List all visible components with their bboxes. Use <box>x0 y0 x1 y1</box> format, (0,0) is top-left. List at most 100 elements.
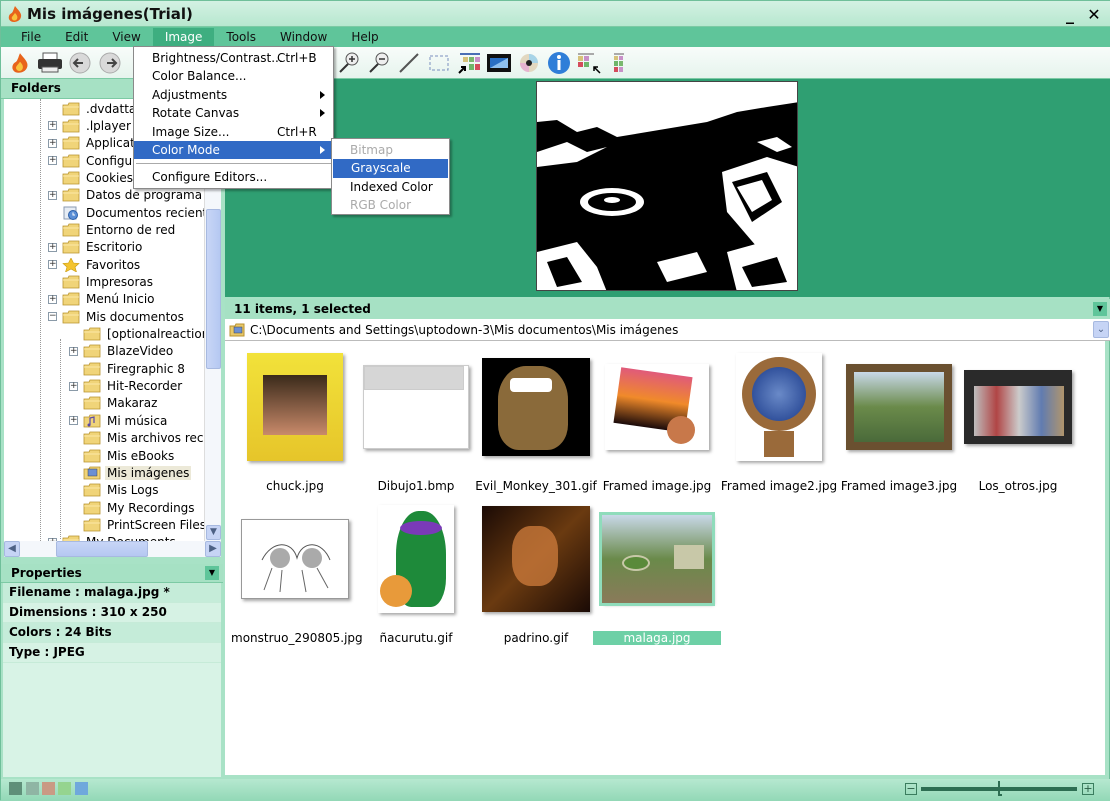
folder-tree-item[interactable]: [optionalreaction] <box>69 326 204 343</box>
folder-tree-item[interactable]: Entorno de red <box>48 221 177 238</box>
folder-tree-item[interactable]: Mis Logs <box>69 482 160 499</box>
menu-item-brightness-contrast[interactable]: Brightness/Contrast... Ctrl+B <box>134 49 333 67</box>
folder-tree-item[interactable]: Mis eBooks <box>69 447 176 464</box>
menu-item-color-mode[interactable]: Color Mode <box>134 140 333 160</box>
folder-tree-item[interactable]: Makaraz <box>69 395 159 412</box>
menu-window[interactable]: Window <box>268 28 339 46</box>
path-dropdown-icon[interactable]: ⌄ <box>1093 321 1109 338</box>
scrollbar-thumb[interactable] <box>56 541 148 557</box>
scroll-left-icon[interactable]: ◀ <box>4 541 20 557</box>
thumbnail-image[interactable] <box>597 349 717 464</box>
path-bar[interactable]: C:\Documents and Settings\uptodown-3\Mis… <box>225 319 1110 341</box>
folder-tree-item[interactable]: Mis imágenes <box>69 464 192 481</box>
thumbnail-image[interactable] <box>356 349 476 464</box>
color-swatch[interactable] <box>9 782 22 795</box>
folder-tree-item[interactable]: My Recordings <box>69 499 197 516</box>
info-button[interactable] <box>544 49 574 77</box>
zoom-out-button[interactable] <box>364 49 394 77</box>
folder-tree-item[interactable]: +My Documents <box>48 534 178 541</box>
back-button[interactable] <box>65 49 95 77</box>
folder-tree-item[interactable]: + Configur <box>48 152 139 169</box>
palette-button[interactable] <box>604 49 634 77</box>
thumbnail-image[interactable] <box>235 349 355 464</box>
thumbnail-image[interactable] <box>958 349 1078 464</box>
thumbnails-button[interactable] <box>454 49 484 77</box>
zoom-out-small-button[interactable]: − <box>905 783 917 795</box>
menu-item-configure-editors[interactable]: Configure Editors... <box>134 168 333 186</box>
folder-tree-item[interactable]: + Menú Inicio <box>48 291 157 308</box>
thumbnail-item[interactable]: padrino.gif <box>476 501 596 645</box>
menu-view[interactable]: View <box>100 28 152 46</box>
submenu-item-indexed-color[interactable]: Indexed Color <box>332 178 449 196</box>
folder-tree-item[interactable]: Mis archivos recibi <box>69 430 204 447</box>
menu-image[interactable]: Image <box>152 28 215 46</box>
folder-tree-item[interactable]: Impresoras <box>48 274 155 291</box>
folder-tree-item[interactable]: + Mi música <box>69 412 169 429</box>
minimize-button[interactable]: _ <box>1063 5 1077 24</box>
folder-tree-item[interactable]: Firegraphic 8 <box>69 360 187 377</box>
folder-tree-item[interactable]: .dvdatta <box>48 100 138 117</box>
thumbnail-item[interactable]: Los_otros.jpg <box>958 349 1078 493</box>
thumbnail-item[interactable]: Dibujo1.bmp <box>356 349 476 493</box>
print-button[interactable] <box>35 49 65 77</box>
folder-tree-item[interactable]: PrintScreen Files <box>69 516 204 533</box>
preview-image[interactable] <box>536 81 798 291</box>
thumbnail-item[interactable]: Framed image2.jpg <box>719 349 839 493</box>
thumbnail-image[interactable] <box>476 501 596 616</box>
forward-button[interactable] <box>95 49 125 77</box>
folder-tree-item[interactable]: + Applicati <box>48 135 140 152</box>
thumbnail-item[interactable]: Framed image.jpg <box>597 349 717 493</box>
palette-select-button[interactable] <box>574 49 604 77</box>
thumbnail-image[interactable] <box>719 349 839 464</box>
thumbnail-image[interactable] <box>356 501 476 616</box>
zoom-in-button[interactable] <box>334 49 364 77</box>
close-button[interactable]: ✕ <box>1087 5 1101 24</box>
thumbnail-item[interactable]: ñacurutu.gif <box>356 501 476 645</box>
thumbnail-item[interactable]: chuck.jpg <box>235 349 355 493</box>
folder-tree-item[interactable]: + .lplayer <box>48 117 133 134</box>
expand-icon[interactable]: + <box>48 242 57 252</box>
thumbnail-image[interactable] <box>597 501 717 616</box>
rect-select-button[interactable] <box>424 49 454 77</box>
expand-icon[interactable]: + <box>48 138 57 148</box>
zoom-slider-handle[interactable] <box>998 781 1002 796</box>
submenu-item-grayscale[interactable]: Grayscale <box>333 159 448 178</box>
menu-edit[interactable]: Edit <box>53 28 100 46</box>
expand-icon[interactable]: + <box>69 346 78 356</box>
expand-icon[interactable]: + <box>69 381 78 391</box>
scroll-right-icon[interactable]: ▶ <box>205 541 221 557</box>
folder-tree-item[interactable]: − Mis documentos <box>48 308 186 325</box>
menu-file[interactable]: File <box>9 28 53 46</box>
filmstrip-button[interactable] <box>484 49 514 77</box>
collapse-icon[interactable]: − <box>48 312 57 322</box>
menu-tools[interactable]: Tools <box>214 28 268 46</box>
color-swatch[interactable] <box>26 782 39 795</box>
color-swatch[interactable] <box>75 782 88 795</box>
folder-tree-item[interactable]: + Favoritos <box>48 256 142 273</box>
folder-tree-item[interactable]: + BlazeVideo <box>69 343 175 360</box>
thumbnail-image[interactable] <box>235 501 355 616</box>
menu-help[interactable]: Help <box>339 28 390 46</box>
thumbnail-item[interactable]: Evil_Monkey_301.gif <box>475 349 597 493</box>
expand-icon[interactable]: + <box>48 190 57 200</box>
folder-tree-item[interactable]: + Escritorio <box>48 239 144 256</box>
folder-tree-item[interactable]: + Hit-Recorder <box>69 378 184 395</box>
home-button[interactable] <box>5 49 35 77</box>
cd-burn-button[interactable] <box>514 49 544 77</box>
menu-item-adjustments[interactable]: Adjustments <box>134 86 333 104</box>
menu-item-image-size[interactable]: Image Size... Ctrl+R <box>134 123 333 141</box>
color-swatch[interactable] <box>42 782 55 795</box>
thumbnail-image[interactable] <box>839 349 959 464</box>
thumbnail-item[interactable]: malaga.jpg <box>593 501 721 645</box>
tree-horizontal-scrollbar[interactable]: ◀ ▶ <box>4 541 221 557</box>
thumbnail-image[interactable] <box>476 349 596 464</box>
expand-icon[interactable]: + <box>48 260 57 270</box>
thumbnail-item[interactable]: Framed image3.jpg <box>839 349 959 493</box>
folder-tree-item[interactable]: + Datos de programa <box>48 187 204 204</box>
browser-dropdown-icon[interactable]: ▼ <box>1093 302 1107 316</box>
properties-dropdown-icon[interactable]: ▼ <box>205 566 219 580</box>
zoom-in-small-button[interactable]: + <box>1082 783 1094 795</box>
expand-icon[interactable]: + <box>48 294 57 304</box>
color-swatch[interactable] <box>58 782 71 795</box>
menu-item-rotate-canvas[interactable]: Rotate Canvas <box>134 104 333 122</box>
